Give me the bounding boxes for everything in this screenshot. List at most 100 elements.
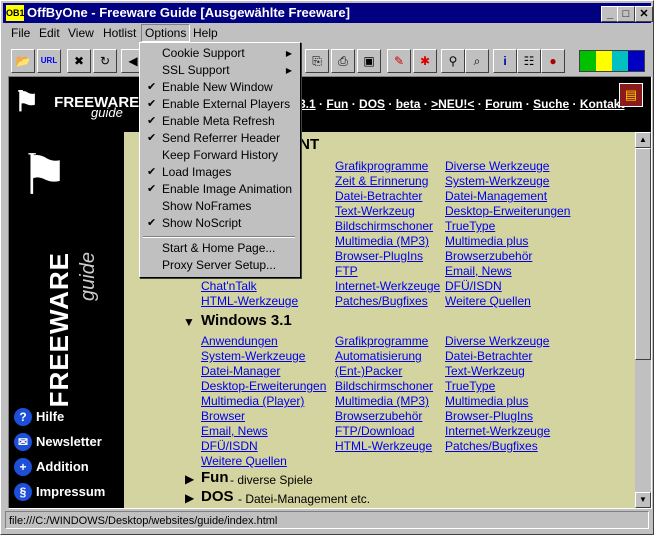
nav-link[interactable]: 3.1	[299, 97, 316, 111]
sitemap-icon[interactable]: ☷	[517, 49, 541, 73]
category-link[interactable]: Anwendungen	[201, 334, 278, 348]
category-link[interactable]: Internet-Werkzeuge	[335, 279, 440, 293]
menu-item-cookie-support[interactable]: Cookie Support ▶	[140, 45, 298, 62]
category-link[interactable]: Multimedia (MP3)	[335, 394, 429, 408]
menu-help[interactable]: Help	[193, 25, 218, 41]
category-link[interactable]: DFÜ/ISDN	[445, 279, 502, 293]
print-icon[interactable]: ⎙	[331, 49, 355, 73]
category-link[interactable]: Zeit & Erinnerung	[335, 174, 428, 188]
category-link[interactable]: Datei-Management	[445, 189, 547, 203]
category-link[interactable]: Grafikprogramme	[335, 159, 428, 173]
category-link[interactable]: Diverse Werkzeuge	[445, 159, 549, 173]
category-link[interactable]: TrueType	[445, 379, 495, 393]
close-button[interactable]: ✕	[635, 6, 653, 22]
menu-item-enable-image-animation[interactable]: ✔ Enable Image Animation	[140, 181, 298, 198]
nav-link[interactable]: beta	[396, 97, 421, 111]
nav-link[interactable]: Kontakt	[580, 97, 625, 111]
menu-item-enable-new-window[interactable]: ✔ Enable New Window	[140, 79, 298, 96]
color-picker-icon[interactable]: ✎	[387, 49, 411, 73]
category-link[interactable]: Multimedia (Player)	[201, 394, 304, 408]
section-title-fun[interactable]: Fun	[201, 469, 229, 486]
scroll-up-button[interactable]: ▲	[635, 132, 651, 148]
menu-item-show-noframes[interactable]: Show NoFrames	[140, 198, 298, 215]
category-link[interactable]: Datei-Betrachter	[445, 349, 532, 363]
category-link[interactable]: Datei-Betrachter	[335, 189, 422, 203]
category-link[interactable]: HTML-Werkzeuge	[335, 439, 432, 453]
category-link[interactable]: Datei-Manager	[201, 364, 280, 378]
category-link[interactable]: Internet-Werkzeuge	[445, 424, 550, 438]
category-link[interactable]: Browserzubehör	[335, 409, 422, 423]
category-link[interactable]: Automatisierung	[335, 349, 422, 363]
category-link[interactable]: FTP	[335, 264, 358, 278]
collapse-arrow-icon[interactable]: ▶	[185, 491, 194, 505]
category-link[interactable]: Diverse Werkzeuge	[445, 334, 549, 348]
bug-icon[interactable]: ●	[541, 49, 565, 73]
category-link[interactable]: Email, News	[201, 424, 268, 438]
maximize-button[interactable]: □	[617, 6, 635, 22]
category-link[interactable]: Text-Werkzeug	[335, 204, 415, 218]
category-link[interactable]: Browser-PlugIns	[335, 249, 423, 263]
menu-options[interactable]: Options	[141, 24, 191, 42]
category-link[interactable]: Browser-PlugIns	[445, 409, 533, 423]
vertical-scrollbar[interactable]: ▲ ▼	[635, 132, 651, 508]
menu-item-keep-forward-history[interactable]: Keep Forward History	[140, 147, 298, 164]
category-link[interactable]: Bildschirmschoner	[335, 379, 433, 393]
menu-edit[interactable]: Edit	[39, 25, 60, 41]
scroll-thumb[interactable]	[635, 148, 651, 360]
category-link[interactable]: Desktop-Erweiterungen	[201, 379, 326, 393]
category-link[interactable]: FTP/Download	[335, 424, 414, 438]
category-link[interactable]: System-Werkzeuge	[445, 174, 549, 188]
copy-icon[interactable]: ⎘	[305, 49, 329, 73]
nav-link[interactable]: Forum	[485, 97, 522, 111]
save-icon[interactable]: ▣	[357, 49, 381, 73]
menu-item-start-home[interactable]: Start & Home Page...	[140, 240, 298, 257]
stop-icon[interactable]: ✖	[67, 49, 91, 73]
category-link[interactable]: Multimedia plus	[445, 234, 528, 248]
scroll-down-button[interactable]: ▼	[635, 492, 651, 508]
nav-link[interactable]: >NEU!<	[431, 97, 474, 111]
menu-item-ssl-support[interactable]: SSL Support ▶	[140, 62, 298, 79]
find-icon[interactable]: ⚲	[441, 49, 465, 73]
category-link[interactable]: Browser	[201, 409, 245, 423]
category-link[interactable]: Grafikprogramme	[335, 334, 428, 348]
menu-item-show-noscript[interactable]: ✔ Show NoScript	[140, 215, 298, 232]
category-link[interactable]: TrueType	[445, 219, 495, 233]
expand-arrow-icon[interactable]: ▼	[183, 315, 195, 329]
sidebar-link-hilfe[interactable]: ? Hilfe	[14, 408, 105, 433]
info-icon[interactable]: i	[493, 49, 517, 73]
nav-link[interactable]: Fun	[326, 97, 348, 111]
menu-item-enable-external-players[interactable]: ✔ Enable External Players	[140, 96, 298, 113]
search-icon[interactable]: ⌕	[465, 49, 489, 73]
menu-file[interactable]: File	[11, 25, 30, 41]
category-link[interactable]: (Ent-)Packer	[335, 364, 402, 378]
nav-link[interactable]: Suche	[533, 97, 569, 111]
open-folder-icon[interactable]: 📂	[11, 49, 35, 73]
category-link[interactable]: Weitere Quellen	[445, 294, 531, 308]
category-link[interactable]: Email, News	[445, 264, 512, 278]
category-link[interactable]: Patches/Bugfixes	[445, 439, 538, 453]
menu-item-enable-meta-refresh[interactable]: ✔ Enable Meta Refresh	[140, 113, 298, 130]
section-title-dos[interactable]: DOS	[201, 488, 234, 505]
sidebar-link-addition[interactable]: + Addition	[14, 458, 105, 483]
settings-icon[interactable]: ✱	[413, 49, 437, 73]
url-icon[interactable]: URL	[37, 49, 61, 73]
menu-item-send-referrer-header[interactable]: ✔ Send Referrer Header	[140, 130, 298, 147]
menu-item-proxy[interactable]: Proxy Server Setup...	[140, 257, 298, 274]
link-html[interactable]: HTML-Werkzeuge	[201, 294, 298, 308]
sidebar-link-newsletter[interactable]: ✉ Newsletter	[14, 433, 105, 458]
category-link[interactable]: Desktop-Erweiterungen	[445, 204, 570, 218]
category-link[interactable]: System-Werkzeuge	[201, 349, 305, 363]
site-logo[interactable]: ⚑ FREEWARE guide	[14, 85, 139, 121]
sidebar-link-impressum[interactable]: § Impressum	[14, 483, 105, 508]
category-link[interactable]: Bildschirmschoner	[335, 219, 433, 233]
category-link[interactable]: Weitere Quellen	[201, 454, 287, 468]
category-link[interactable]: Multimedia plus	[445, 394, 528, 408]
menu-view[interactable]: View	[68, 25, 94, 41]
link-chat[interactable]: Chat'nTalk	[201, 279, 257, 293]
category-link[interactable]: Patches/Bugfixes	[335, 294, 428, 308]
collapse-arrow-icon[interactable]: ▶	[185, 472, 194, 486]
book-icon[interactable]: ▤	[619, 83, 643, 107]
refresh-icon[interactable]: ↻	[93, 49, 117, 73]
nav-link[interactable]: DOS	[359, 97, 385, 111]
category-link[interactable]: Browserzubehör	[445, 249, 532, 263]
